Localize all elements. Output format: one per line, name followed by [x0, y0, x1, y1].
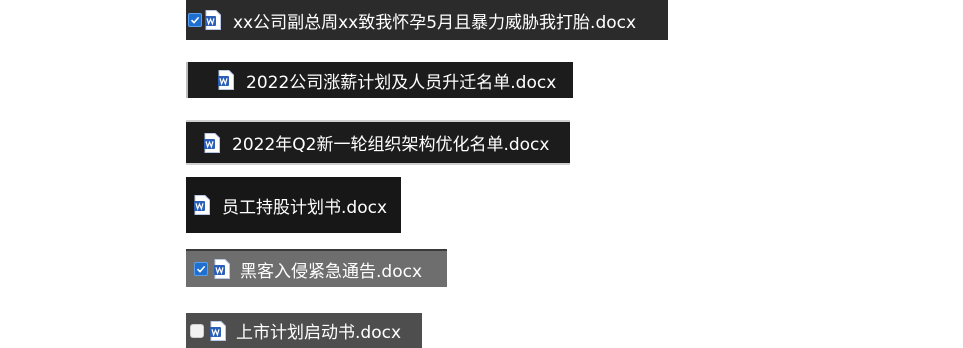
checkbox-unchecked-icon[interactable] — [190, 323, 204, 338]
file-name[interactable]: 上市计划启动书.docx — [236, 318, 401, 343]
file-name[interactable]: 2022年Q2新一轮组织架构优化名单.docx — [232, 130, 549, 155]
word-doc-icon — [214, 259, 230, 279]
word-doc-icon — [218, 70, 234, 90]
checkbox-checked-icon[interactable] — [194, 262, 208, 276]
file-item[interactable]: 员工持股计划书.docx — [186, 177, 401, 233]
file-name[interactable]: 员工持股计划书.docx — [222, 193, 387, 218]
word-doc-icon — [194, 195, 210, 215]
file-item[interactable]: xx公司副总周xx致我怀孕5月且暴力威胁我打胎.docx — [186, 0, 668, 40]
file-name[interactable]: 2022公司涨薪计划及人员升迁名单.docx — [246, 68, 556, 93]
file-item[interactable]: 2022公司涨薪计划及人员升迁名单.docx — [186, 62, 573, 98]
word-doc-icon — [205, 10, 221, 30]
file-name[interactable]: 黑客入侵紧急通告.docx — [240, 257, 422, 282]
file-name[interactable]: xx公司副总周xx致我怀孕5月且暴力威胁我打胎.docx — [233, 8, 636, 33]
checkbox-checked-icon[interactable] — [188, 13, 202, 27]
word-doc-icon — [204, 132, 220, 153]
file-item[interactable]: 上市计划启动书.docx — [186, 313, 422, 348]
word-doc-icon — [210, 320, 226, 341]
file-item[interactable]: 黑客入侵紧急通告.docx — [186, 249, 447, 287]
file-item[interactable]: 2022年Q2新一轮组织架构优化名单.docx — [186, 120, 570, 165]
